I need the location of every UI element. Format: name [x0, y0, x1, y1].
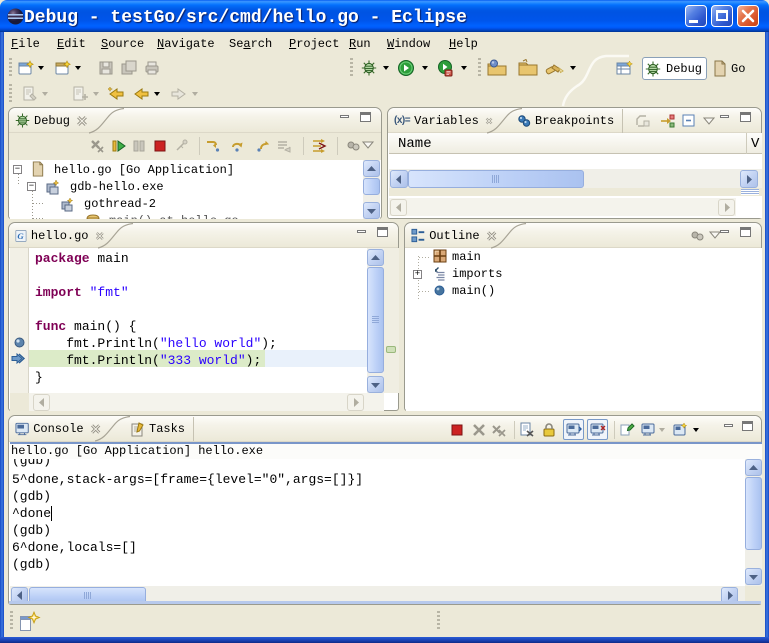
svg-text:G: G [17, 231, 24, 241]
